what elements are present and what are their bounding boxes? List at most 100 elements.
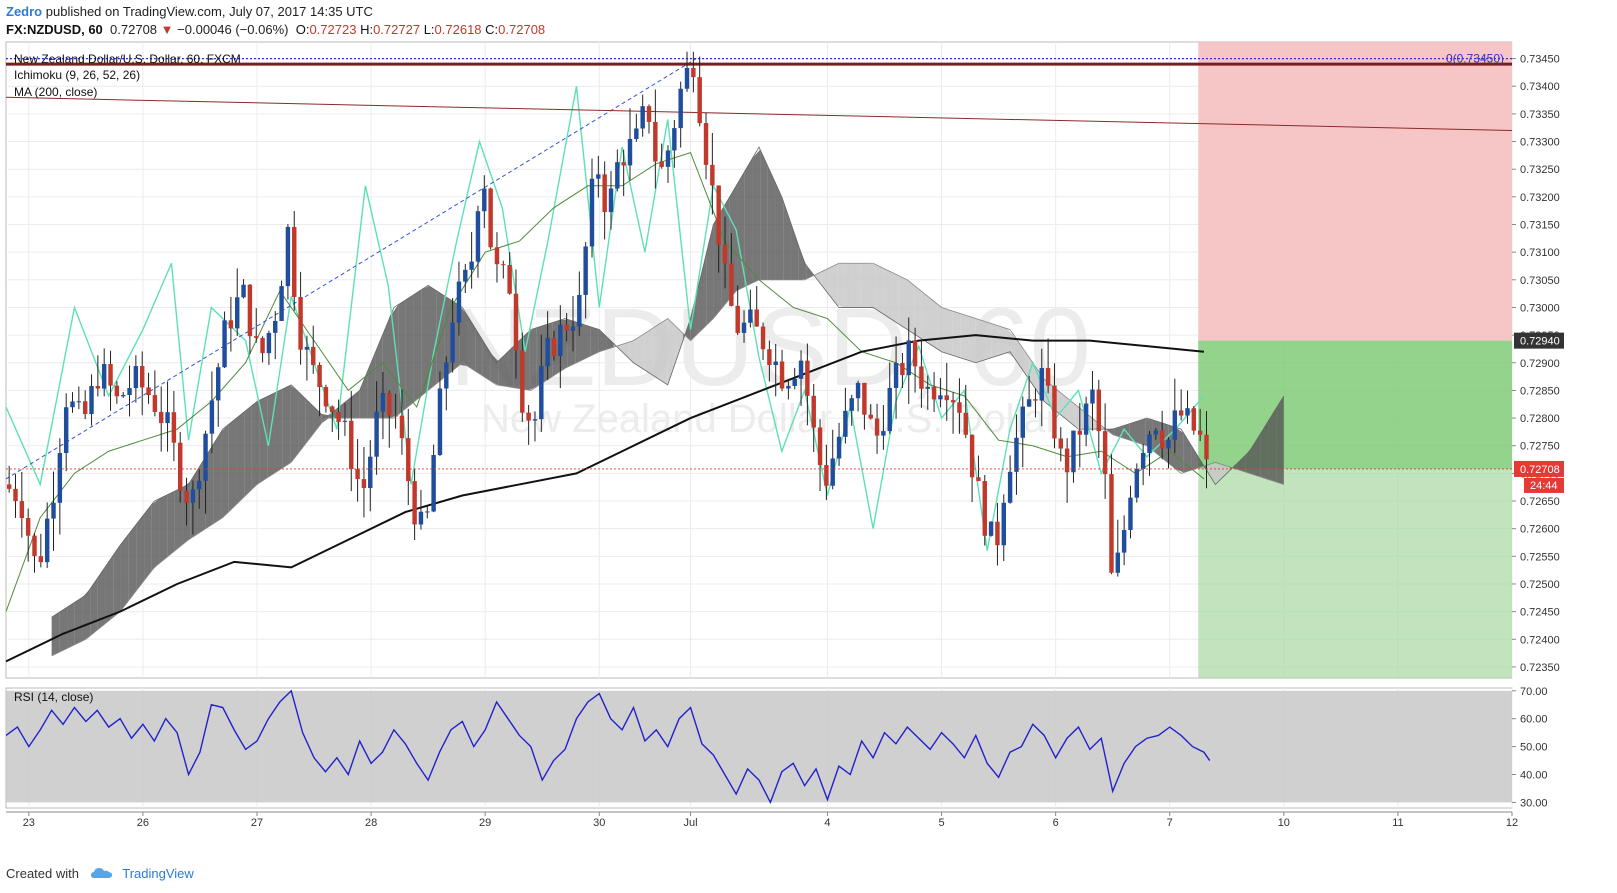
cloud-segment	[274, 389, 283, 473]
candle-body	[95, 386, 101, 389]
publisher-text: published on TradingView.com, July 07, 2…	[45, 4, 373, 19]
cloud-segment	[898, 275, 907, 330]
cloud-segment	[837, 263, 845, 308]
cloud-segment	[120, 534, 129, 611]
candle-body	[754, 309, 759, 327]
tradingview-brand[interactable]: TradingView	[122, 866, 194, 881]
author-name[interactable]: Zedro	[6, 4, 42, 19]
price-tick-label: 0.73000	[1520, 302, 1560, 314]
candle-body	[931, 386, 937, 400]
candle-body	[1185, 408, 1190, 416]
candle-body	[190, 489, 196, 503]
candle-body	[317, 364, 322, 388]
candle-body	[488, 188, 493, 248]
candle-body	[374, 411, 379, 457]
candle-body	[1001, 502, 1006, 546]
candle-body	[950, 400, 956, 403]
cloud-segment	[1276, 395, 1284, 485]
price-tick-label: 0.73050	[1520, 275, 1560, 287]
cloud-segment	[867, 263, 876, 310]
candle-body	[716, 185, 721, 245]
legend-ichimoku[interactable]: Ichimoku (9, 26, 52, 26)	[14, 68, 140, 82]
candle-body	[811, 395, 816, 428]
candle-body	[621, 162, 626, 166]
candle-body	[602, 174, 607, 213]
price-axis: 0.73450 0.73400 0.73350 0.73300 0.73250 0.732…	[1512, 54, 1560, 674]
candle-body	[13, 488, 18, 502]
created-with-label: Created with	[6, 866, 79, 881]
cloud-logo-icon	[90, 868, 112, 878]
cloud-segment	[652, 323, 661, 380]
legend-rsi[interactable]: RSI (14, close)	[14, 690, 93, 704]
candle-body	[849, 398, 854, 411]
cloud-segment	[213, 431, 222, 524]
cloud-segment	[968, 316, 976, 363]
candle-body	[412, 481, 417, 525]
candle-body	[824, 465, 829, 486]
candle-body	[969, 434, 975, 478]
legend-ma[interactable]: MA (200, close)	[14, 85, 97, 99]
rsi-tick-label: 50.00	[1520, 742, 1548, 754]
cloud-segment	[51, 612, 60, 656]
candle-body	[995, 521, 1000, 546]
candle-body	[19, 501, 25, 519]
candle-body	[526, 412, 531, 421]
candle-body	[1166, 439, 1171, 449]
candle-body	[32, 535, 37, 557]
price-tick-label: 0.72550	[1520, 551, 1560, 563]
cloud-segment	[937, 304, 945, 353]
candle-body	[957, 402, 962, 413]
symbol-label: FX:NZDUSD, 60	[6, 22, 103, 37]
candle-body	[558, 324, 563, 357]
candle-body	[520, 350, 525, 413]
cloud-segment	[906, 279, 915, 335]
cloud-segment	[167, 491, 175, 558]
candle-body	[1083, 403, 1089, 435]
time-tick-label: 5	[938, 817, 944, 829]
cloud-segment	[590, 326, 599, 356]
candle-body	[564, 324, 569, 331]
cloud-segment	[67, 602, 75, 649]
cloud-segment	[952, 311, 961, 358]
candle-body	[798, 360, 804, 379]
candle-body	[988, 521, 994, 536]
candle-body	[1045, 368, 1051, 386]
price-tick-label: 0.73250	[1520, 164, 1560, 176]
candle-body	[665, 150, 671, 167]
price-tick-label: 0.72400	[1520, 634, 1560, 646]
ohlc-line: FX:NZDUSD, 60 0.72708 ▼ −0.00046 (−0.06%…	[6, 22, 545, 37]
publisher-line: Zedro published on TradingView.com, July…	[6, 4, 373, 19]
candle-body	[311, 346, 316, 365]
cloud-segment	[251, 400, 260, 490]
candle-body	[1153, 430, 1159, 435]
candle-body	[158, 411, 164, 424]
candle-body	[640, 106, 645, 129]
open-profit-zone	[1198, 340, 1512, 469]
candle-body	[570, 326, 576, 331]
candle-body	[89, 386, 94, 414]
candle-body	[266, 332, 272, 354]
cloud-segment	[174, 487, 183, 551]
candle-body	[1147, 434, 1152, 453]
candle-body	[76, 401, 82, 403]
rsi-axis: 70.00 60.00 50.00 40.00 30.00	[1512, 686, 1548, 809]
fib-level-label: 0(0.73450)	[1446, 52, 1504, 66]
legend-title[interactable]: New Zealand Dollar/U.S. Dollar, 60, FXCM	[14, 52, 241, 66]
candle-body	[216, 367, 221, 401]
candle-body	[1020, 406, 1025, 438]
candle-body	[133, 366, 139, 389]
candle-body	[450, 322, 455, 363]
candle-body	[101, 364, 107, 389]
candle-body	[456, 281, 462, 323]
candle-body	[507, 265, 512, 294]
cloud-segment	[290, 385, 299, 463]
cloud-segment	[136, 514, 145, 591]
rsi-tick-label: 30.00	[1520, 797, 1548, 809]
chart-canvas[interactable]: NZDUSD, 60New Zealand Dollar / U.S. Doll…	[0, 40, 1617, 840]
candle-body	[222, 320, 227, 368]
candle-body	[843, 410, 848, 437]
cloud-segment	[852, 263, 861, 308]
candle-body	[532, 419, 538, 421]
candle-body	[114, 385, 120, 397]
candle-body	[767, 349, 772, 366]
